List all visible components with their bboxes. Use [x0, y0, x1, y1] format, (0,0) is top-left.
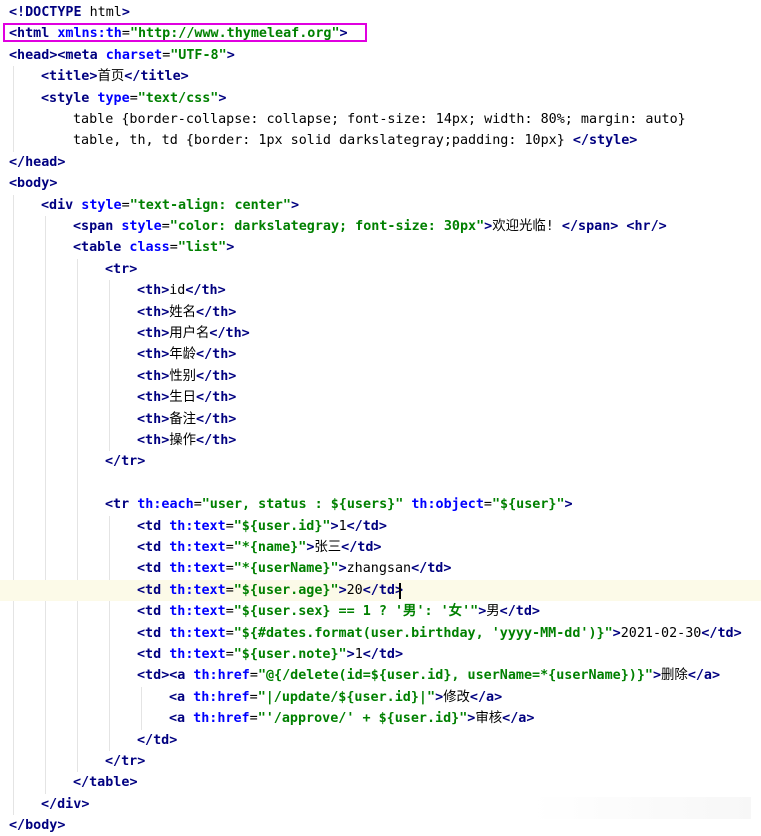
code-line-text: <td><a th:href="@{/delete(id=${user.id},…: [137, 668, 721, 684]
code-line-text: <th>备注</th>: [137, 411, 237, 427]
code-line-text: </table>: [73, 775, 138, 791]
code-line[interactable]: <title>首页</title>: [0, 66, 761, 87]
code-line-text: <style type="text/css">: [41, 90, 227, 106]
code-line[interactable]: <th>姓名</th>: [0, 302, 761, 323]
code-line-text: <table class="list">: [73, 240, 235, 256]
code-line-text: <td th:text="${user.id}">1</td>: [137, 518, 387, 534]
code-line-text: <a th:href="|/update/${user.id}|">修改</a>: [169, 689, 503, 705]
code-line[interactable]: [0, 473, 761, 494]
code-line[interactable]: <head><meta charset="UTF-8">: [0, 45, 761, 66]
code-line-text: <body>: [9, 176, 58, 192]
code-line-text: <tr th:each="user, status : ${users}" th…: [105, 497, 573, 513]
code-line-text: <a th:href="'/approve/' + ${user.id}">审核…: [169, 711, 535, 727]
code-line[interactable]: <td><a th:href="@{/delete(id=${user.id},…: [0, 665, 761, 686]
code-line[interactable]: </head>: [0, 152, 761, 173]
code-line-text: <th>性别</th>: [137, 368, 237, 384]
code-line[interactable]: <th>备注</th>: [0, 409, 761, 430]
code-line-text: <td th:text="*{name}">张三</td>: [137, 540, 382, 555]
code-line[interactable]: <td th:text="${user.sex} == 1 ? '男': '女'…: [0, 601, 761, 622]
code-line-text: table {border-collapse: collapse; font-s…: [73, 112, 686, 127]
code-line[interactable]: </table>: [0, 772, 761, 793]
code-line-text: <td th:text="${user.sex} == 1 ? '男': '女'…: [137, 604, 540, 620]
code-line-text: <td th:text="${user.note}">1</td>: [137, 647, 404, 662]
code-line-text: <th>id</th>: [137, 283, 226, 299]
code-line[interactable]: </tr>: [0, 451, 761, 472]
code-line-text: <tr>: [105, 261, 138, 277]
code-line[interactable]: <!DOCTYPE html>: [0, 2, 761, 23]
code-line-text: <th>姓名</th>: [137, 304, 237, 320]
code-line[interactable]: <td th:text="${user.age}">20</td>: [0, 579, 761, 601]
code-line[interactable]: <th>id</th>: [0, 280, 761, 301]
code-line[interactable]: <body>: [0, 173, 761, 194]
code-line-text: </head>: [9, 154, 66, 170]
code-line[interactable]: </td>: [0, 730, 761, 751]
code-line[interactable]: <span style="color: darkslategray; font-…: [0, 216, 761, 237]
code-line[interactable]: table, th, td {border: 1px solid darksla…: [0, 130, 761, 151]
code-line[interactable]: <th>性别</th>: [0, 366, 761, 387]
code-line-text: </tr>: [105, 454, 146, 470]
highlight-box: [3, 23, 367, 43]
code-line[interactable]: <td th:text="${user.id}">1</td>: [0, 516, 761, 537]
code-line-text: <div style="text-align: center">: [41, 197, 299, 213]
code-line[interactable]: <tr th:each="user, status : ${users}" th…: [0, 494, 761, 515]
code-line-text: <th>生日</th>: [137, 390, 237, 406]
code-line[interactable]: <th>操作</th>: [0, 430, 761, 451]
code-line[interactable]: <th>年龄</th>: [0, 344, 761, 365]
code-line[interactable]: <td th:text="*{userName}">zhangsan</td>: [0, 558, 761, 579]
code-line-text: <td th:text="${user.age}">20</td>: [137, 582, 403, 598]
code-line[interactable]: <td th:text="${#dates.format(user.birthd…: [0, 623, 761, 644]
code-line[interactable]: <style type="text/css">: [0, 88, 761, 109]
code-line[interactable]: </tr>: [0, 751, 761, 772]
code-line[interactable]: <th>用户名</th>: [0, 323, 761, 344]
code-line[interactable]: <td th:text="*{name}">张三</td>: [0, 537, 761, 558]
code-line-text: <td th:text="*{userName}">zhangsan</td>: [137, 561, 452, 577]
code-line[interactable]: <a th:href="'/approve/' + ${user.id}">审核…: [0, 708, 761, 729]
code-editor[interactable]: <!DOCTYPE html> <html xmlns:th="http://ww…: [0, 0, 761, 833]
code-line-text: <span style="color: darkslategray; font-…: [73, 219, 667, 234]
code-line[interactable]: <a th:href="|/update/${user.id}|">修改</a>: [0, 687, 761, 708]
code-line[interactable]: <td th:text="${user.note}">1</td>: [0, 644, 761, 665]
code-line-text: </tr>: [105, 754, 146, 769]
code-line[interactable]: <table class="list">: [0, 237, 761, 258]
code-line-text: <th>年龄</th>: [137, 347, 237, 363]
code-line-text: </div>: [41, 796, 90, 812]
code-line-text: table, th, td {border: 1px solid darksla…: [73, 133, 638, 149]
watermark-fade: [531, 797, 751, 819]
code-line-text: <title>首页</title>: [41, 69, 189, 85]
code-line-text: </td>: [137, 732, 178, 748]
code-line-text: <head><meta charset="UTF-8">: [9, 47, 235, 63]
code-line-text: <!DOCTYPE html>: [9, 5, 130, 20]
code-line[interactable]: <tr>: [0, 259, 761, 280]
code-line[interactable]: <div style="text-align: center">: [0, 195, 761, 216]
code-line[interactable]: table {border-collapse: collapse; font-s…: [0, 109, 761, 130]
text-caret: [399, 582, 401, 599]
code-line[interactable]: <th>生日</th>: [0, 387, 761, 408]
code-line-text: <th>操作</th>: [137, 433, 237, 448]
code-line-text: <th>用户名</th>: [137, 326, 250, 341]
code-line-text: </body>: [9, 818, 66, 834]
code-line-text: <td th:text="${#dates.format(user.birthd…: [137, 625, 742, 641]
